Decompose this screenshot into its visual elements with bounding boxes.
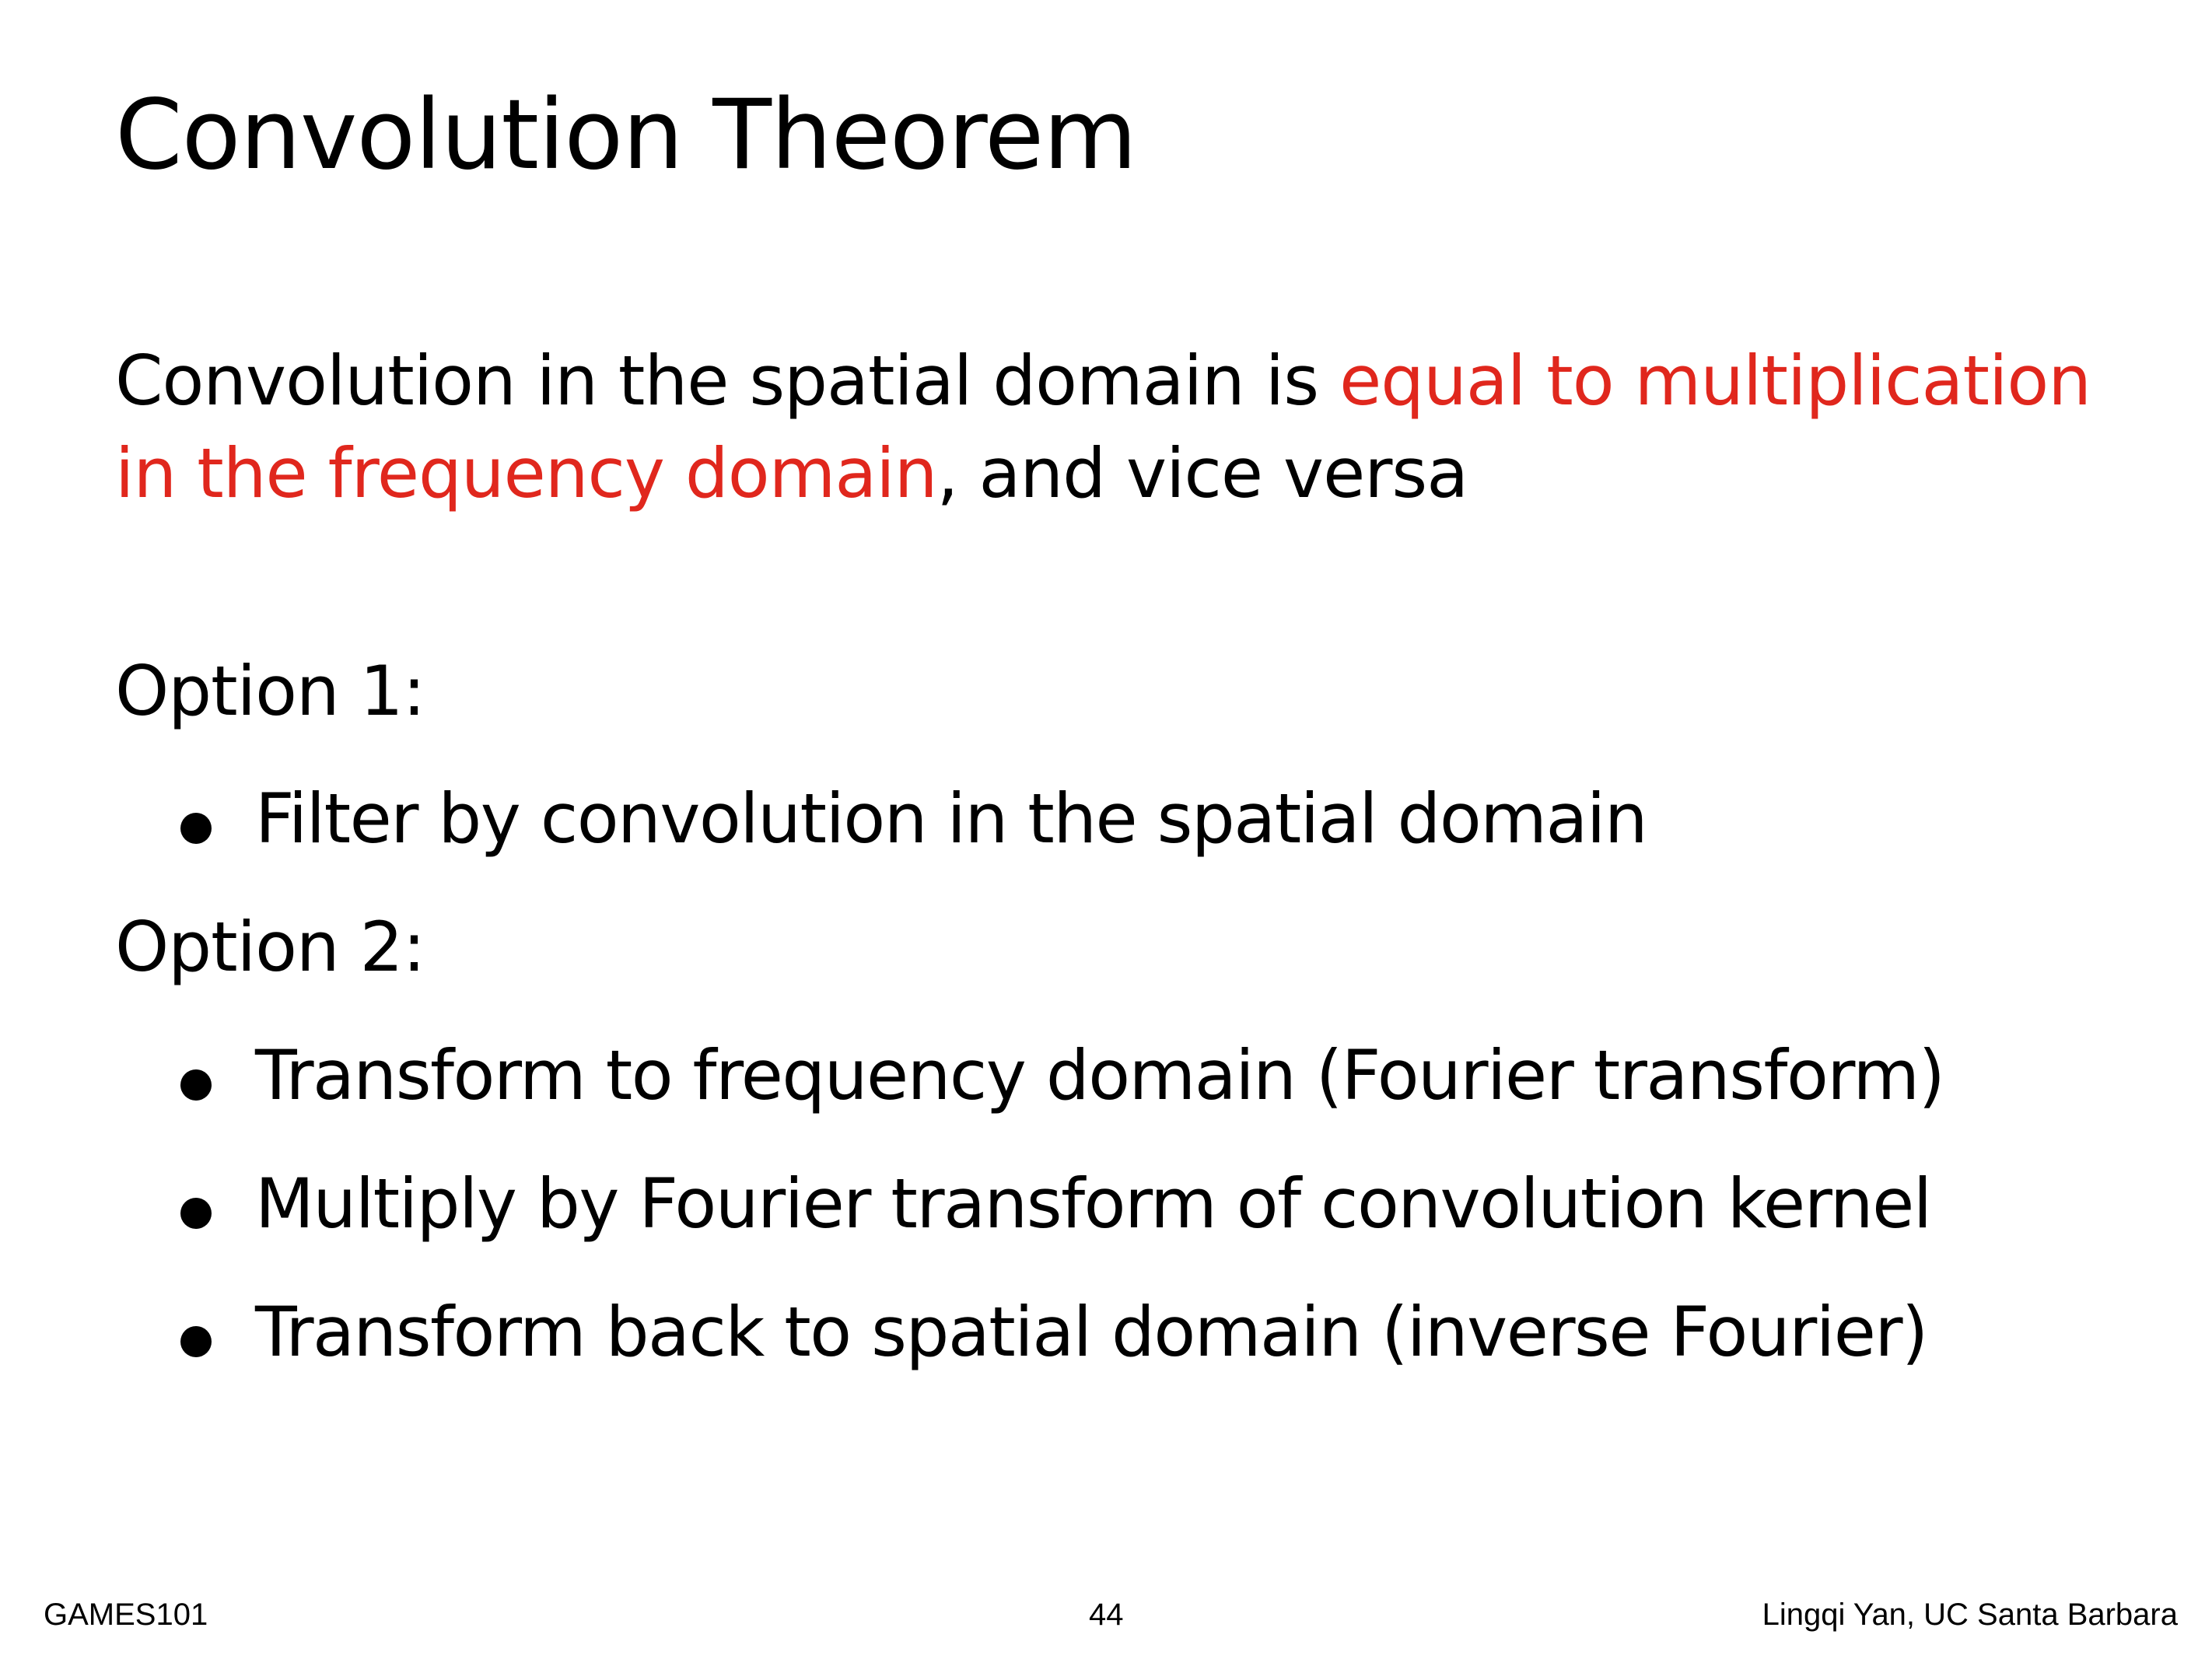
bullet-text: Multiply by Fourier transform of convolu… (255, 1164, 1932, 1244)
theorem-statement: Convolution in the spatial domain is equ… (115, 334, 2106, 520)
bullet-text: Transform back to spatial domain (invers… (255, 1292, 1928, 1372)
option-2-label: Option 2: (115, 907, 425, 987)
slide-title: Convolution Theorem (115, 79, 1137, 191)
footer-course: GAMES101 (44, 1598, 208, 1632)
bullet-icon (180, 1326, 212, 1357)
bullet-text: Filter by convolution in the spatial dom… (255, 779, 1648, 859)
bullet-text: Transform to frequency domain (Fourier t… (255, 1035, 1945, 1115)
bullet-icon (180, 1198, 212, 1229)
bullet-icon (180, 1069, 212, 1101)
bullet-icon (180, 813, 212, 844)
option-1-label: Option 1: (115, 651, 425, 731)
footer-author: Lingqi Yan, UC Santa Barbara (1762, 1598, 2178, 1632)
statement-text-start: Convolution in the spatial domain is (115, 341, 1340, 421)
footer-page-number: 44 (1089, 1598, 1124, 1632)
statement-text-end: , and vice versa (936, 433, 1469, 513)
